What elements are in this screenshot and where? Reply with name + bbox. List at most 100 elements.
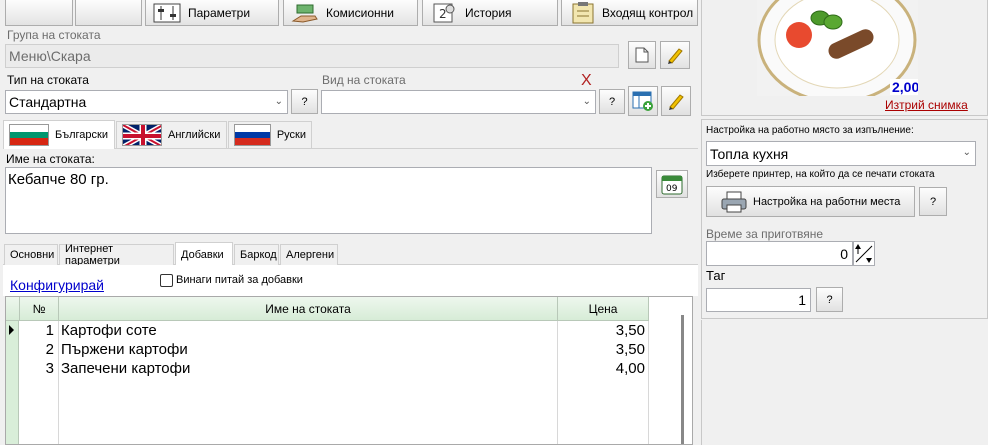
tab-internet-label: Интернет параметри <box>65 243 120 267</box>
name-textarea[interactable]: Кебапче 80 гр. <box>5 167 652 234</box>
addons-panel <box>3 265 698 296</box>
workplace-label: Настройка на работно място за изпълнение… <box>706 125 914 136</box>
uk-flag-icon <box>122 124 162 146</box>
table-add-icon <box>632 91 653 111</box>
chevron-down-icon: ⌄ <box>962 147 971 158</box>
workplace-combo[interactable]: Топла кухня ⌄ <box>706 141 976 166</box>
tab-allergens-label: Алергени <box>286 249 335 261</box>
configure-link[interactable]: Конфигурирай <box>10 277 104 293</box>
language-russian-label: Руски <box>276 129 306 141</box>
grid-corner <box>6 297 20 321</box>
row-name: Пържени картофи <box>61 341 188 358</box>
column-header-name[interactable]: Име на стоката <box>59 297 558 321</box>
name-label: Име на стоката: <box>6 152 95 166</box>
language-english-label: Английски <box>168 129 221 141</box>
prep-time-label: Време за приготвяне <box>706 227 824 241</box>
kind-edit-button[interactable] <box>661 86 691 116</box>
row-name: Картофи соте <box>61 322 157 339</box>
workplace-help-text: ? <box>929 195 937 208</box>
history-button[interactable]: 2 История <box>422 0 558 26</box>
clipboard-icon <box>568 1 598 24</box>
tab-addons[interactable]: Добавки <box>175 242 233 266</box>
tab-addons-label: Добавки <box>181 248 224 261</box>
calendar-button[interactable]: 09 <box>656 170 688 198</box>
num-column-divider <box>58 321 59 444</box>
photo-price: 2,00 <box>890 79 918 95</box>
tag-label: Таг <box>706 268 726 283</box>
printer-icon <box>721 191 747 212</box>
tag-help-button[interactable]: ? <box>816 287 843 312</box>
commission-label: Комисионни <box>326 5 394 20</box>
svg-text:2: 2 <box>439 7 447 21</box>
product-photo[interactable]: 2,00 <box>757 0 918 96</box>
row-num: 3 <box>45 360 54 377</box>
prep-time-input[interactable]: 0 <box>706 241 853 266</box>
name-column-divider <box>557 321 558 444</box>
col-name-text: Име на стоката <box>265 301 351 316</box>
tag-input[interactable]: 1 <box>706 288 811 312</box>
row-price: 4,00 <box>615 360 645 377</box>
group-new-button[interactable] <box>628 41 656 69</box>
delete-photo-link[interactable]: Изтрий снимка <box>885 98 968 112</box>
pencil-icon <box>668 48 683 64</box>
chevron-down-icon: ⌄ <box>582 96 591 107</box>
kind-label: Вид на стоката <box>322 73 406 87</box>
group-edit-button[interactable] <box>660 41 690 69</box>
commission-button[interactable]: Комисионни <box>283 0 418 26</box>
tag-help-text: ? <box>826 293 833 306</box>
group-value: Меню\Скара <box>9 48 91 64</box>
workplace-value: Топла кухня <box>710 145 789 162</box>
tab-language-bulgarian[interactable]: Български <box>3 120 115 149</box>
tab-allergens[interactable]: Алергени <box>280 244 338 265</box>
russian-flag-icon <box>234 124 271 146</box>
history-label: История <box>465 5 512 20</box>
money-hand-icon <box>290 2 320 24</box>
blank-toolbar-button-1[interactable] <box>5 0 73 26</box>
row-price: 3,50 <box>615 341 645 358</box>
blank-page-icon <box>635 47 649 63</box>
row-header-column <box>6 321 19 444</box>
kind-clear-mark[interactable]: X <box>581 72 592 90</box>
row-pointer-icon <box>9 325 14 335</box>
tab-basic[interactable]: Основни <box>4 244 58 265</box>
always-ask-checkbox[interactable] <box>160 274 173 287</box>
type-value: Стандартна <box>9 94 87 110</box>
kind-add-button[interactable] <box>628 86 658 116</box>
incoming-control-label: Входящ контрол <box>602 5 694 20</box>
prep-time-spinner[interactable] <box>853 241 875 266</box>
stepper-icon <box>855 244 873 263</box>
workplace-help-button[interactable]: ? <box>919 187 947 216</box>
kind-help-text: ? <box>608 95 616 108</box>
type-help-button[interactable]: ? <box>291 89 318 114</box>
column-header-price[interactable]: Цена <box>558 297 649 321</box>
pencil-icon <box>669 94 684 110</box>
workplace-settings-button[interactable]: Настройка на работни места <box>706 186 915 217</box>
col-price-text: Цена <box>588 301 618 316</box>
col-num-text: № <box>32 301 46 316</box>
sliders-icon <box>152 2 182 24</box>
workplace-settings-label: Настройка на работни места <box>753 195 901 208</box>
chevron-down-icon: ⌄ <box>274 96 283 107</box>
tab-language-english[interactable]: Английски <box>116 121 227 148</box>
column-header-num[interactable]: № <box>20 297 59 321</box>
type-help-text: ? <box>301 95 308 108</box>
always-ask-label: Винаги питай за добавки <box>176 274 303 286</box>
svg-text:09: 09 <box>666 184 678 194</box>
language-bulgarian-label: Български <box>55 129 108 141</box>
incoming-control-button[interactable]: Входящ контрол <box>561 0 698 26</box>
grid-scrollbar[interactable] <box>681 315 684 444</box>
tab-language-russian[interactable]: Руски <box>228 121 312 148</box>
kind-combo[interactable]: ⌄ <box>321 90 596 114</box>
kind-help-button[interactable]: ? <box>599 89 625 114</box>
name-value: Кебапче 80 гр. <box>8 171 109 188</box>
row-num: 2 <box>45 341 54 358</box>
row-num: 1 <box>45 322 54 339</box>
tab-barcode-label: Баркод <box>240 249 277 261</box>
tab-barcode[interactable]: Баркод <box>234 244 279 265</box>
type-combo[interactable]: Стандартна ⌄ <box>5 90 288 114</box>
type-label: Тип на стоката <box>7 73 89 87</box>
params-button[interactable]: Параметри <box>145 0 279 26</box>
tab-internet-params[interactable]: Интернет параметри <box>59 243 174 267</box>
blank-toolbar-button-2[interactable] <box>75 0 142 26</box>
group-label: Група на стоката <box>7 28 101 42</box>
